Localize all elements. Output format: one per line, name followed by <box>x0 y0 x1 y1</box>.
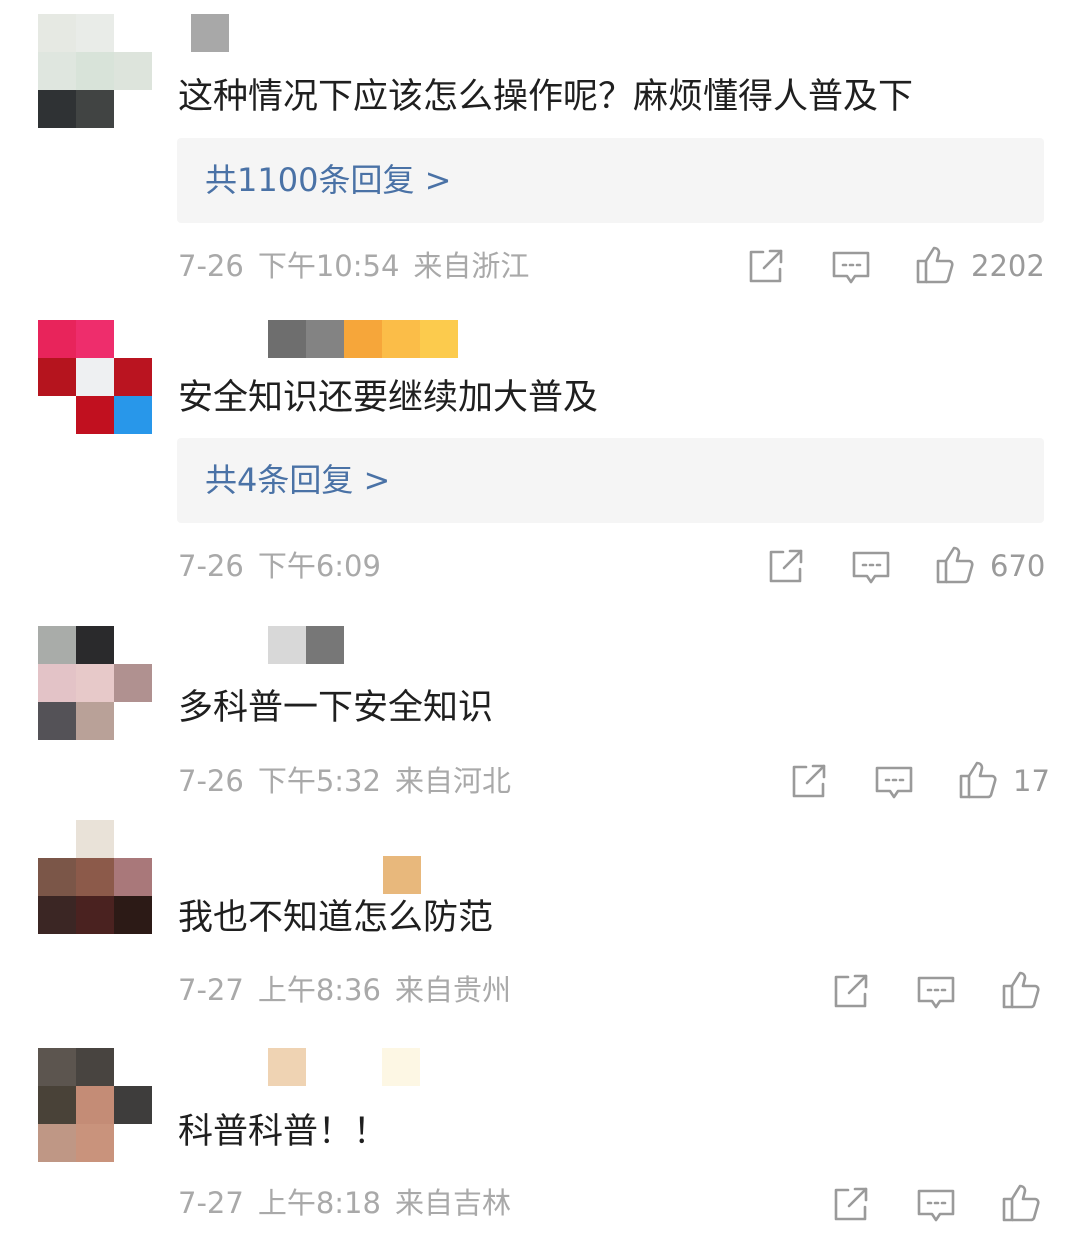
comment-icon[interactable] <box>851 548 891 588</box>
avatar[interactable] <box>38 320 153 435</box>
comment-item: 这种情况下应该怎么操作呢？麻烦懂得人普及下 共1100条回复 > 7-26 下午1… <box>0 0 1080 300</box>
comment-icon[interactable] <box>874 763 914 803</box>
avatar[interactable] <box>38 1048 153 1163</box>
comment-date: 7-27 <box>178 973 244 1007</box>
like-icon[interactable] <box>958 760 998 800</box>
comment-date: 7-26 <box>178 549 244 583</box>
reply-summary[interactable]: 共1100条回复 > <box>177 138 1044 223</box>
comment-meta: 7-26 下午10:54 来自浙江 <box>178 248 529 284</box>
like-icon[interactable] <box>915 245 955 285</box>
comment-location: 来自贵州 <box>394 973 511 1007</box>
comment-meta: 7-27 上午8:36 来自贵州 <box>178 972 511 1008</box>
comment-item: 安全知识还要继续加大普及 共4条回复 > 7-26 下午6:09 670 <box>0 300 1080 610</box>
comment-text: 安全知识还要继续加大普及 <box>178 378 599 418</box>
comment-time: 上午8:18 <box>257 1186 381 1220</box>
reply-count-link[interactable]: 共1100条回复 > <box>205 159 451 201</box>
comment-text: 科普科普！！ <box>178 1112 389 1152</box>
like-icon[interactable] <box>1001 1183 1041 1223</box>
comment-item: 我也不知道怎么防范 7-27 上午8:36 来自贵州 <box>0 820 1080 1035</box>
comment-time: 下午5:32 <box>257 764 381 798</box>
comment-location: 来自吉林 <box>394 1186 511 1220</box>
share-icon[interactable] <box>831 971 871 1011</box>
comment-text: 多科普一下安全知识 <box>178 688 494 728</box>
comment-meta: 7-27 上午8:18 来自吉林 <box>178 1185 511 1221</box>
like-count: 17 <box>1013 764 1050 798</box>
reply-count-link[interactable]: 共4条回复 > <box>205 459 390 501</box>
comment-text: 这种情况下应该怎么操作呢？麻烦懂得人普及下 <box>178 77 914 117</box>
like-icon[interactable] <box>1001 970 1041 1010</box>
comment-icon[interactable] <box>916 1186 956 1226</box>
share-icon[interactable] <box>789 761 829 801</box>
comment-location: 来自河北 <box>394 764 511 798</box>
share-icon[interactable] <box>766 546 806 586</box>
comment-location: 来自浙江 <box>413 249 530 283</box>
avatar[interactable] <box>38 626 153 741</box>
comment-meta: 7-26 下午5:32 来自河北 <box>178 763 511 799</box>
comment-text: 我也不知道怎么防范 <box>178 898 494 938</box>
comment-item: 科普科普！！ 7-27 上午8:18 来自吉林 <box>0 1035 1080 1239</box>
avatar[interactable] <box>38 14 153 129</box>
comment-time: 下午10:54 <box>257 249 400 283</box>
comment-time: 下午6:09 <box>257 549 381 583</box>
comment-item: 多科普一下安全知识 7-26 下午5:32 来自河北 17 <box>0 610 1080 820</box>
comment-icon[interactable] <box>916 973 956 1013</box>
avatar[interactable] <box>38 820 153 935</box>
comment-date: 7-26 <box>178 764 244 798</box>
comment-time: 上午8:36 <box>257 973 381 1007</box>
like-icon[interactable] <box>935 545 975 585</box>
share-icon[interactable] <box>831 1184 871 1224</box>
comment-date: 7-27 <box>178 1186 244 1220</box>
comment-meta: 7-26 下午6:09 <box>178 548 381 584</box>
comment-icon[interactable] <box>831 248 871 288</box>
comment-date: 7-26 <box>178 249 244 283</box>
share-icon[interactable] <box>746 246 786 286</box>
reply-summary[interactable]: 共4条回复 > <box>177 438 1044 523</box>
like-count: 2202 <box>971 249 1045 283</box>
like-count: 670 <box>990 549 1046 583</box>
